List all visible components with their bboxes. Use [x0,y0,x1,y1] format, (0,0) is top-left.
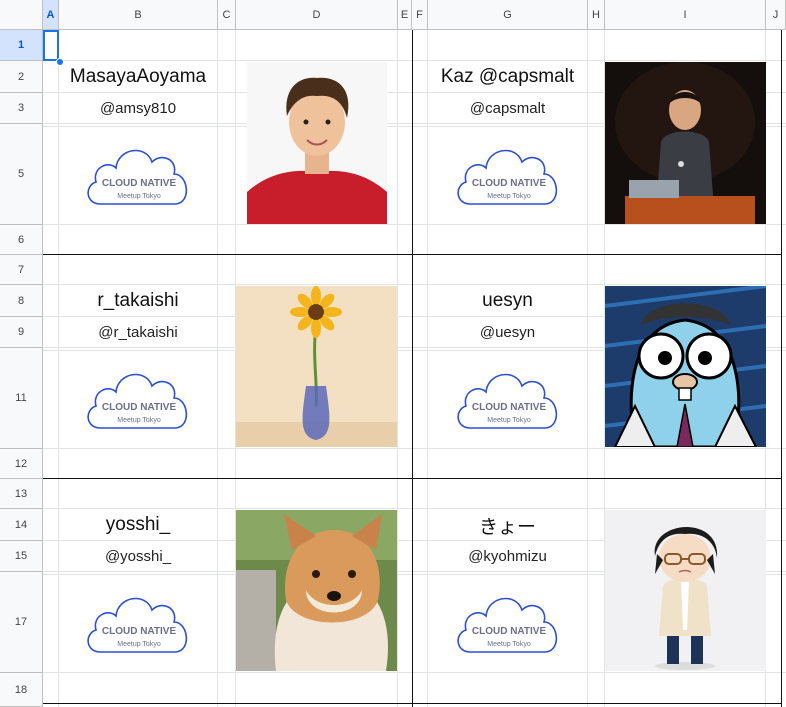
column-header-b[interactable]: B [59,0,218,30]
photo-sunflower-vase [236,286,397,447]
person-name[interactable]: uesyn [428,285,587,317]
gridline [43,224,786,225]
row-header-1[interactable]: 1 [0,30,43,61]
gridline [43,448,786,449]
row-header-2[interactable]: 2 [0,61,43,93]
photo-anime-character [605,510,766,671]
select-all-corner[interactable] [0,0,43,30]
gridline [397,30,398,707]
row-header-17[interactable]: 17 [0,572,43,673]
person-handle[interactable]: @yosshi_ [59,541,217,572]
logo-line1: CLOUD NATIVE [102,178,177,189]
photo-young-man-red-sweater [247,62,387,224]
row-header-8[interactable]: 8 [0,285,43,317]
photo-shiba-dog [236,510,397,671]
column-header-e[interactable]: E [398,0,412,30]
column-header-j[interactable]: J [766,0,786,30]
person-name[interactable]: きょー [428,509,587,541]
logo-line2: Meetup Tokyo [117,641,161,648]
logo-line2: Meetup Tokyo [487,417,531,424]
logo-line2: Meetup Tokyo [487,193,531,200]
person-handle[interactable]: @capsmalt [428,93,587,124]
card-divider-horizontal [43,478,782,479]
gridline [58,30,59,707]
person-handle[interactable]: @kyohmizu [428,541,587,572]
card-divider-right [781,30,782,707]
person-name[interactable]: yosshi_ [59,509,217,541]
row-header-6[interactable]: 6 [0,225,43,255]
cloud-native-logo: CLOUD NATIVE Meetup Tokyo [457,373,558,429]
photo-gopher-illustration [605,286,766,447]
gridline [43,672,786,673]
row-header-11[interactable]: 11 [0,348,43,449]
row-header-18[interactable]: 18 [0,673,43,707]
cloud-native-logo: CLOUD NATIVE Meetup Tokyo [87,597,188,653]
cloud-native-logo: CLOUD NATIVE Meetup Tokyo [87,373,188,429]
photo-speaker-on-stage [605,62,766,224]
gridline [427,30,428,707]
row-header-13[interactable]: 13 [0,479,43,509]
person-name[interactable]: MasayaAoyama [59,61,217,93]
card-divider-vertical [412,30,413,707]
cloud-native-logo: CLOUD NATIVE Meetup Tokyo [457,149,558,205]
gridline [217,30,218,707]
card-divider-horizontal [43,254,782,255]
person-handle[interactable]: @uesyn [428,317,587,348]
column-header-a[interactable]: A [43,0,59,30]
cloud-native-logo: CLOUD NATIVE Meetup Tokyo [457,597,558,653]
gridline [587,30,588,707]
logo-line1: CLOUD NATIVE [472,626,547,637]
logo-line2: Meetup Tokyo [117,417,161,424]
row-header-3[interactable]: 3 [0,93,43,124]
column-header-i[interactable]: I [605,0,766,30]
logo-line2: Meetup Tokyo [487,641,531,648]
logo-line1: CLOUD NATIVE [472,402,547,413]
row-header-9[interactable]: 9 [0,317,43,348]
spreadsheet-grid[interactable]: A B C D E F G H I J 1 2 3 5 6 7 8 9 11 1… [0,0,786,707]
column-header-d[interactable]: D [236,0,398,30]
column-header-f[interactable]: F [412,0,428,30]
person-name[interactable]: Kaz @capsmalt [428,61,587,93]
column-header-c[interactable]: C [218,0,236,30]
person-name[interactable]: r_takaishi [59,285,217,317]
active-cell-a1[interactable] [43,30,59,61]
logo-line1: CLOUD NATIVE [102,626,177,637]
logo-line1: CLOUD NATIVE [102,402,177,413]
logo-line1: CLOUD NATIVE [472,178,547,189]
card-divider-bottom [43,703,782,704]
row-header-15[interactable]: 15 [0,541,43,572]
row-header-12[interactable]: 12 [0,449,43,479]
logo-line2: Meetup Tokyo [117,193,161,200]
person-handle[interactable]: @r_takaishi [59,317,217,348]
row-header-5[interactable]: 5 [0,124,43,225]
column-header-h[interactable]: H [588,0,605,30]
cloud-native-logo: CLOUD NATIVE Meetup Tokyo [87,149,188,205]
row-header-7[interactable]: 7 [0,255,43,285]
person-handle[interactable]: @amsy810 [59,93,217,124]
column-header-g[interactable]: G [428,0,588,30]
row-header-14[interactable]: 14 [0,509,43,541]
